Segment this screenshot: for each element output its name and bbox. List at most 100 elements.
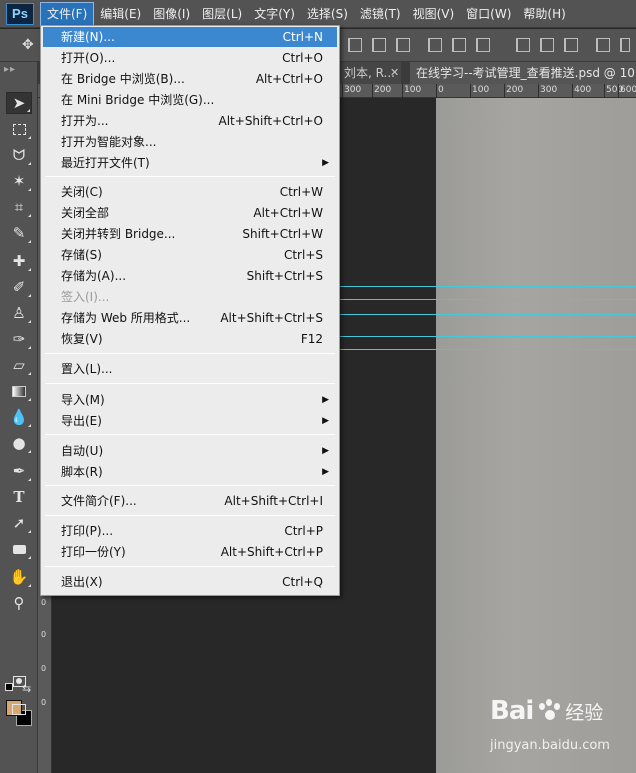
baidu-brand-text: Bai: [490, 696, 534, 726]
dodge-icon[interactable]: ●: [6, 432, 32, 454]
quick-mask-icon[interactable]: [6, 670, 32, 692]
menu-item-open[interactable]: 打开(O)... Ctrl+O: [43, 48, 337, 68]
menu-item-print-one-copy[interactable]: 打印一份(Y) Alt+Shift+Ctrl+P: [43, 542, 337, 562]
menu-item-open-as[interactable]: 打开为... Alt+Shift+Ctrl+O: [43, 111, 337, 131]
brush-icon[interactable]: ✐: [6, 276, 32, 298]
paw-icon: [536, 698, 562, 724]
menu-item-new[interactable]: 新建(N)... Ctrl+N: [43, 27, 337, 47]
menu-item-check-in: 签入(I)...: [61, 290, 110, 304]
menu-separator: [45, 434, 335, 435]
distribute-vertical-center-icon[interactable]: [540, 38, 554, 52]
menu-filter[interactable]: 滤镜(T): [354, 2, 407, 26]
menu-item-print[interactable]: 打印(P)... Ctrl+P: [43, 521, 337, 541]
align-bottom-icon[interactable]: [396, 38, 410, 52]
guide-line[interactable]: [340, 286, 636, 287]
document-canvas[interactable]: [436, 98, 636, 773]
ruler-label: 100: [472, 85, 490, 95]
menu-item-scripts[interactable]: 脚本(R) ▶: [43, 462, 337, 482]
ruler-label: 300: [344, 85, 362, 95]
eyedropper-icon[interactable]: ✎: [6, 222, 32, 244]
distribute-horizontal-center-icon[interactable]: [620, 38, 630, 52]
history-brush-icon[interactable]: ✑: [6, 328, 32, 350]
ruler-label: 0: [41, 664, 47, 673]
distribute-left-icon[interactable]: [596, 38, 610, 52]
menu-edit[interactable]: 编辑(E): [94, 2, 147, 26]
ruler-label: 400: [574, 85, 592, 95]
move-tool-preset-icon[interactable]: ✥: [22, 37, 34, 53]
submenu-arrow-icon: ▶: [322, 395, 329, 405]
guide-line[interactable]: [340, 336, 636, 337]
ruler-label: 200: [506, 85, 524, 95]
hand-icon[interactable]: ✋: [6, 566, 32, 588]
menu-file[interactable]: 文件(F): [40, 1, 95, 26]
menu-separator: [45, 353, 335, 354]
path-selection-icon[interactable]: ➚: [6, 512, 32, 534]
guide-line[interactable]: [340, 314, 636, 315]
menu-separator: [45, 383, 335, 384]
move-icon[interactable]: ➤: [6, 92, 32, 114]
gradient-icon[interactable]: [6, 380, 32, 402]
magic-wand-icon[interactable]: ✶: [6, 170, 32, 192]
menu-item-save-for-web[interactable]: 存储为 Web 所用格式... Alt+Shift+Ctrl+S: [43, 308, 337, 328]
menu-help[interactable]: 帮助(H): [517, 2, 571, 26]
menu-item-browse-bridge[interactable]: 在 Bridge 中浏览(B)... Alt+Ctrl+O: [43, 69, 337, 89]
menu-item-automate[interactable]: 自动(U) ▶: [43, 441, 337, 461]
guide-line[interactable]: [340, 299, 636, 300]
marquee-icon[interactable]: [6, 118, 32, 140]
distribute-bottom-icon[interactable]: [564, 38, 578, 52]
healing-brush-icon[interactable]: ✚: [6, 250, 32, 272]
menu-item-exit[interactable]: 退出(X) Ctrl+Q: [43, 572, 337, 592]
menu-separator: [45, 515, 335, 516]
align-vertical-center-icon[interactable]: [372, 38, 386, 52]
menu-item-close-all[interactable]: 关闭全部 Alt+Ctrl+W: [43, 203, 337, 223]
menu-item-close-go-bridge[interactable]: 关闭并转到 Bridge... Shift+Ctrl+W: [43, 224, 337, 244]
menu-item-save-as[interactable]: 存储为(A)... Shift+Ctrl+S: [43, 266, 337, 286]
submenu-arrow-icon: ▶: [322, 158, 329, 168]
clone-stamp-icon[interactable]: ♙: [6, 302, 32, 324]
guide-line[interactable]: [340, 349, 636, 350]
menu-type[interactable]: 文字(Y): [248, 2, 301, 26]
menu-item-file-info[interactable]: 文件简介(F)... Alt+Shift+Ctrl+I: [43, 491, 337, 511]
submenu-arrow-icon: ▶: [322, 446, 329, 456]
distribute-top-icon[interactable]: [516, 38, 530, 52]
crop-icon[interactable]: ⌗: [6, 196, 32, 218]
ruler-label: 200: [374, 85, 392, 95]
menu-item-close[interactable]: 关闭(C) Ctrl+W: [43, 182, 337, 202]
tab-document-2[interactable]: 在线学习--考试管理_查看推送.psd @ 10: [410, 62, 636, 84]
ruler-label: 0: [438, 85, 444, 95]
align-right-icon[interactable]: [476, 38, 490, 52]
menu-view[interactable]: 视图(V): [407, 2, 461, 26]
align-left-icon[interactable]: [428, 38, 442, 52]
menu-bar: Ps 文件(F) 编辑(E) 图像(I) 图层(L) 文字(Y) 选择(S) 滤…: [0, 0, 636, 28]
pen-icon[interactable]: ✒: [6, 460, 32, 482]
file-menu-dropdown: 新建(N)... Ctrl+N 打开(O)... Ctrl+O 在 Bridge 中…: [40, 25, 340, 596]
lasso-icon[interactable]: ᗢ: [6, 144, 32, 166]
ruler-label: 300: [540, 85, 558, 95]
panel-collapse-icon[interactable]: ▸▸: [4, 64, 16, 75]
type-icon[interactable]: T: [6, 486, 32, 508]
ruler-label: 0: [41, 598, 47, 607]
menu-layer[interactable]: 图层(L): [196, 2, 248, 26]
rectangle-icon[interactable]: [6, 538, 32, 560]
align-horizontal-center-icon[interactable]: [452, 38, 466, 52]
menu-separator: [45, 566, 335, 567]
submenu-arrow-icon: ▶: [322, 467, 329, 477]
menu-item-save[interactable]: 存储(S) Ctrl+S: [43, 245, 337, 265]
menu-item-open-smart-object[interactable]: 打开为智能对象...: [43, 132, 337, 152]
eraser-icon[interactable]: ▱: [6, 354, 32, 376]
menu-window[interactable]: 窗口(W): [460, 2, 517, 26]
menu-item-browse-mini-bridge[interactable]: 在 Mini Bridge 中浏览(G)...: [43, 90, 337, 110]
align-top-icon[interactable]: [348, 38, 362, 52]
menu-item-recent-files[interactable]: 最近打开文件(T) ▶: [43, 153, 337, 173]
menu-select[interactable]: 选择(S): [301, 2, 354, 26]
menu-image[interactable]: 图像(I): [147, 2, 196, 26]
screen-mode-icon[interactable]: [6, 698, 32, 720]
jingyan-text: 经验: [565, 701, 604, 724]
menu-item-import[interactable]: 导入(M) ▶: [43, 390, 337, 410]
close-icon[interactable]: ✕: [390, 62, 399, 84]
menu-item-export[interactable]: 导出(E) ▶: [43, 411, 337, 431]
menu-item-place[interactable]: 置入(L)...: [43, 359, 337, 379]
blur-icon[interactable]: 💧: [6, 406, 32, 428]
menu-item-revert[interactable]: 恢复(V) F12: [43, 329, 337, 349]
zoom-icon[interactable]: ⚲: [6, 592, 32, 614]
